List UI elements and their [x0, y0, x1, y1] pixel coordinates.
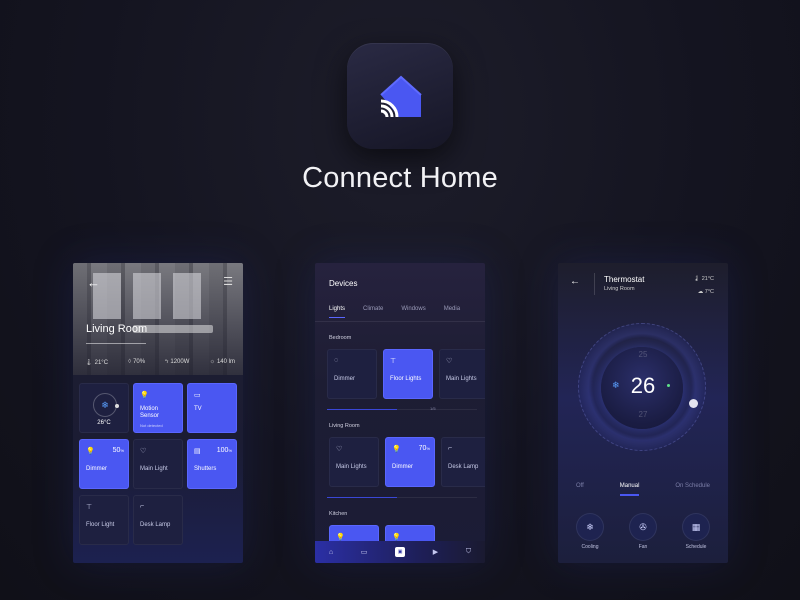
prev-temp: 25 — [638, 350, 648, 359]
bulb-icon: 💡 — [392, 446, 401, 453]
bulb-icon: 💡 — [336, 534, 345, 541]
fan-label: Fan — [638, 544, 648, 550]
scroll-indicator — [327, 409, 397, 410]
tile-desk-lamp[interactable]: ⌐ Desk Lamp — [133, 495, 183, 545]
bottom-nav: ⌂ ▭ ▣ ▶ ⛉ — [315, 541, 485, 563]
tab-windows[interactable]: Windows — [401, 306, 425, 312]
indoor-temp: 🌡 21°C — [693, 276, 714, 282]
setpoint-temp: 26 — [630, 373, 656, 398]
tile-tv[interactable]: ▭ TV — [187, 383, 237, 433]
floor-lamp-icon: ⊤ — [390, 358, 397, 365]
back-arrow-icon[interactable]: ← — [570, 276, 580, 287]
room-hero: ← ☰ Living Room 🌡 21°C ◊ 70% ϟ 1200W ☼ 140 l… — [73, 263, 243, 375]
house-wifi-icon — [380, 75, 422, 118]
bulb-icon: 💡 — [140, 392, 149, 399]
dial-handle[interactable] — [689, 399, 698, 408]
app-title: Connect Home — [302, 162, 498, 194]
divider — [86, 343, 146, 344]
rooms-icon[interactable]: ▣ — [395, 547, 406, 557]
bulb-outline-icon: ♡ — [446, 358, 453, 365]
power-icon: ϟ — [165, 359, 169, 365]
stat-power: ϟ 1200W — [165, 359, 190, 365]
cloud-icon: ☁ — [697, 289, 705, 295]
thermometer-icon: 🌡 — [693, 276, 702, 282]
shield-icon[interactable]: ⛉ — [466, 548, 471, 556]
bulb-icon: 💡 — [86, 448, 95, 455]
back-arrow-icon[interactable]: ← — [87, 275, 100, 290]
shutters-icon: ▤ — [194, 448, 201, 455]
room-title: Living Room — [86, 323, 148, 335]
scroll-indicator — [327, 497, 397, 498]
tile-shutters[interactable]: ▤ 100% Shutters — [187, 439, 237, 489]
devices-title: Devices — [329, 279, 358, 288]
device-dimmer[interactable]: 💡 70% Dimmer — [385, 437, 435, 487]
snowflake-icon: ❄ — [93, 393, 117, 417]
outdoor-temp: ☁ 7°C — [697, 289, 714, 295]
menu-icon[interactable]: ☰ — [223, 275, 233, 288]
play-icon[interactable]: ▶ — [433, 548, 438, 556]
cooling-button[interactable]: ❄ — [576, 513, 604, 541]
humidity-icon: ◊ — [128, 359, 132, 365]
tab-climate[interactable]: Climate — [363, 306, 383, 312]
fan-icon: ✇ — [639, 521, 647, 532]
floor-lamp-icon: ⊤ — [86, 504, 93, 511]
bulb-outline-icon: ♡ — [336, 446, 343, 453]
bulb-icon: 💡 — [392, 534, 401, 541]
thermostat-room: Living Room — [604, 286, 635, 292]
dimmer-icon: ◌ — [334, 357, 339, 364]
thermometer-icon: 🌡 — [85, 360, 93, 366]
home-icon[interactable]: ⌂ — [329, 549, 333, 556]
mode-on-schedule[interactable]: On Schedule — [675, 483, 710, 489]
thermostat-screen: ← Thermostat Living Room 🌡 21°C ☁ 7°C 25… — [558, 263, 728, 563]
tv-icon: ▭ — [194, 392, 201, 399]
section-bedroom: Bedroom — [329, 335, 352, 341]
mode-manual[interactable]: Manual — [619, 483, 639, 496]
mode-tabs: Off Manual On Schedule — [558, 483, 728, 496]
fan-button[interactable]: ✇ — [629, 513, 657, 541]
tile-main-light[interactable]: ♡ Main Light — [133, 439, 183, 489]
section-living-room: Living Room — [329, 423, 360, 429]
device-floor-lights[interactable]: ⊤ Floor Lights — [383, 349, 433, 399]
cooling-label: Cooling — [581, 544, 599, 550]
mode-off[interactable]: Off — [576, 483, 584, 489]
schedule-label: Schedule — [685, 544, 707, 550]
bulb-outline-icon: ♡ — [140, 448, 147, 455]
tab-media[interactable]: Media — [444, 306, 460, 312]
thermostat-tile[interactable]: ❄ 26°C — [79, 383, 129, 433]
tile-motion-sensor[interactable]: 💡 Motion Sensor Not detected — [133, 383, 183, 433]
device-main-lights[interactable]: ♡ Main Lights — [439, 349, 485, 399]
stat-temperature: 🌡 21°C — [85, 360, 109, 366]
snowflake-icon: ❄ — [612, 380, 620, 390]
room-screen: ← ☰ Living Room 🌡 21°C ◊ 70% ϟ 1200W ☼ 140 l… — [73, 263, 243, 563]
next-temp: 27 — [638, 410, 648, 419]
stat-humidity: ◊ 70% — [128, 359, 146, 365]
stat-light: ☼ 140 lm — [209, 359, 235, 365]
devices-screen: Devices Lights Climate Windows Media Bed… — [315, 263, 485, 563]
tile-floor-light[interactable]: ⊤ Floor Light — [79, 495, 129, 545]
device-dimmer[interactable]: ◌ Dimmer — [327, 349, 377, 399]
section-kitchen: Kitchen — [329, 511, 348, 517]
devices-icon[interactable]: ▭ — [361, 548, 368, 556]
schedule-button[interactable]: ▦ — [682, 513, 710, 541]
sun-icon: ☼ — [209, 359, 215, 365]
device-main-lights[interactable]: ♡ Main Lights — [329, 437, 379, 487]
status-dot — [667, 384, 670, 387]
tile-dimmer[interactable]: 💡 50% Dimmer — [79, 439, 129, 489]
device-desk-lamp[interactable]: ⌐ Desk Lamp — [441, 437, 485, 487]
device-tabs: Lights Climate Windows Media — [329, 306, 485, 318]
app-icon — [347, 43, 453, 149]
desk-lamp-icon: ⌐ — [448, 445, 453, 452]
room-stats: 🌡 21°C ◊ 70% ϟ 1200W ☼ 140 lm — [85, 359, 235, 366]
calendar-icon: ▦ — [691, 521, 701, 532]
snowflake-icon: ❄ — [586, 521, 594, 532]
tab-lights[interactable]: Lights — [329, 306, 346, 318]
desk-lamp-icon: ⌐ — [140, 503, 145, 510]
thermostat-title: Thermostat — [604, 275, 645, 284]
pager: 1/5 — [430, 406, 436, 411]
